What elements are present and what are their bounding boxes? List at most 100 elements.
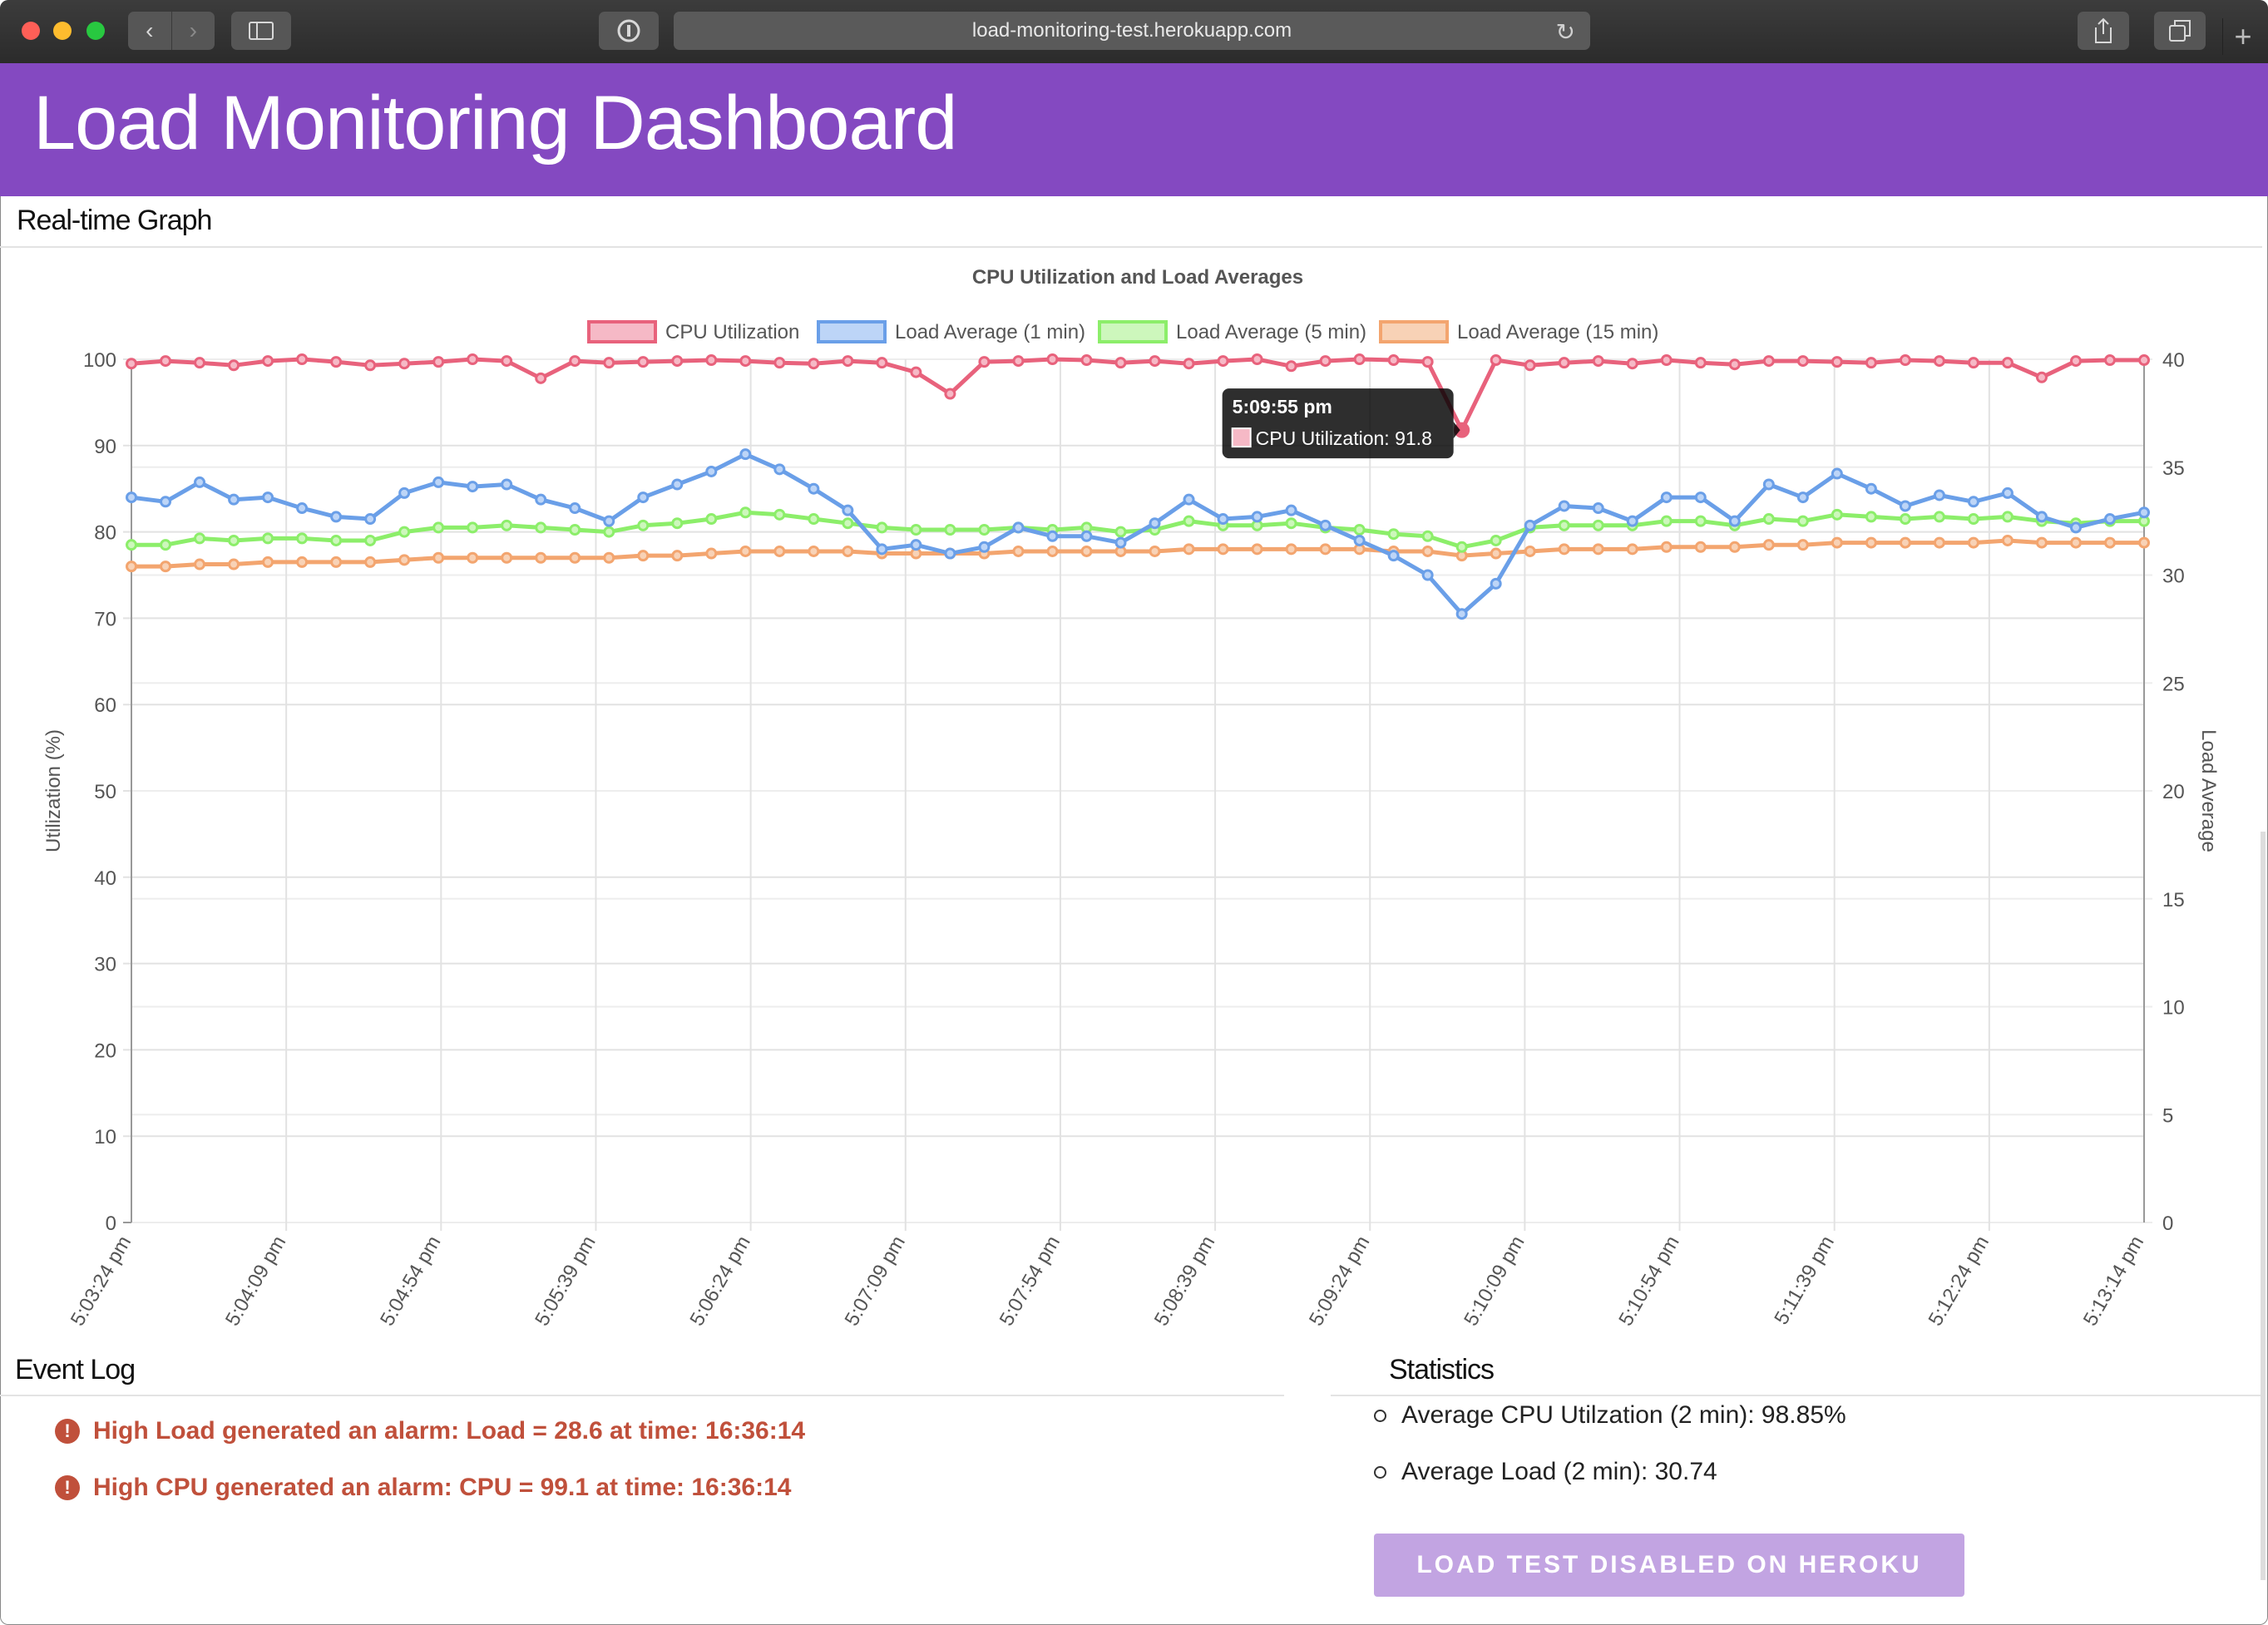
data-point[interactable]	[1899, 500, 1911, 512]
data-point[interactable]	[1524, 545, 1536, 557]
data-point[interactable]	[1114, 357, 1127, 369]
data-point[interactable]	[1012, 521, 1025, 534]
data-point[interactable]	[1285, 504, 1297, 516]
data-point[interactable]	[1285, 360, 1297, 373]
data-point[interactable]	[1524, 519, 1536, 531]
data-point[interactable]	[978, 524, 991, 536]
data-point[interactable]	[296, 353, 309, 365]
data-point[interactable]	[773, 357, 786, 369]
data-point[interactable]	[1421, 356, 1434, 368]
data-point[interactable]	[705, 513, 718, 526]
data-point[interactable]	[330, 534, 343, 546]
data-point[interactable]	[637, 356, 650, 368]
data-point[interactable]	[296, 556, 309, 568]
data-point[interactable]	[671, 355, 684, 368]
data-point[interactable]	[739, 545, 752, 557]
data-point[interactable]	[1865, 482, 1877, 495]
data-point[interactable]	[808, 513, 820, 526]
data-point[interactable]	[2001, 357, 2014, 369]
data-point[interactable]	[1762, 478, 1775, 491]
data-point[interactable]	[1421, 530, 1434, 542]
data-point[interactable]	[1831, 536, 1843, 549]
data-point[interactable]	[1967, 357, 1979, 369]
data-point[interactable]	[1319, 519, 1332, 531]
data-point[interactable]	[228, 359, 240, 372]
legend-item[interactable]: Load Average (5 min)	[1098, 320, 1366, 343]
data-point[interactable]	[1694, 541, 1707, 553]
data-point[interactable]	[944, 388, 956, 400]
data-point[interactable]	[1387, 528, 1400, 541]
data-point[interactable]	[1353, 534, 1366, 546]
data-point[interactable]	[501, 478, 513, 491]
data-point[interactable]	[1490, 534, 1502, 546]
data-point[interactable]	[1831, 508, 1843, 521]
data-point[interactable]	[535, 372, 547, 384]
data-point[interactable]	[842, 355, 854, 368]
scrollbar[interactable]	[2261, 832, 2266, 1580]
data-point[interactable]	[126, 539, 137, 551]
data-point[interactable]	[1149, 355, 1161, 368]
data-point[interactable]	[1762, 539, 1775, 551]
data-point[interactable]	[2069, 355, 2082, 368]
data-point[interactable]	[228, 558, 240, 570]
sidebar-icon[interactable]	[231, 12, 291, 50]
data-point[interactable]	[1251, 543, 1263, 556]
data-point[interactable]	[1455, 541, 1468, 553]
data-point[interactable]	[1728, 541, 1741, 553]
data-point[interactable]	[1592, 519, 1604, 531]
data-point[interactable]	[432, 521, 445, 534]
data-point[interactable]	[194, 476, 206, 488]
data-point[interactable]	[944, 547, 956, 560]
data-point[interactable]	[398, 358, 411, 370]
data-point[interactable]	[603, 515, 615, 527]
data-point[interactable]	[569, 355, 581, 368]
data-point[interactable]	[705, 465, 718, 477]
data-point[interactable]	[637, 491, 650, 504]
data-point[interactable]	[569, 502, 581, 515]
data-point[interactable]	[1319, 543, 1332, 556]
data-point[interactable]	[876, 521, 888, 534]
data-point[interactable]	[1183, 358, 1195, 370]
data-point[interactable]	[160, 539, 172, 551]
data-point[interactable]	[2069, 536, 2082, 549]
data-point[interactable]	[1660, 491, 1673, 504]
legend-item[interactable]: Load Average (1 min)	[817, 320, 1085, 343]
data-point[interactable]	[194, 558, 206, 570]
data-point[interactable]	[773, 508, 786, 521]
data-point[interactable]	[569, 551, 581, 564]
data-point[interactable]	[1183, 493, 1195, 506]
data-point[interactable]	[2035, 371, 2048, 383]
close-window-button[interactable]	[22, 22, 40, 40]
data-point[interactable]	[1046, 545, 1059, 557]
data-point[interactable]	[842, 504, 854, 516]
data-point[interactable]	[603, 551, 615, 564]
data-point[interactable]	[2103, 513, 2116, 526]
data-point[interactable]	[535, 493, 547, 506]
data-point[interactable]	[1251, 353, 1263, 365]
data-point[interactable]	[2035, 536, 2048, 549]
data-point[interactable]	[1933, 355, 1945, 368]
data-point[interactable]	[398, 526, 411, 538]
data-point[interactable]	[1149, 517, 1161, 530]
data-point[interactable]	[1524, 359, 1536, 372]
data-point[interactable]	[364, 359, 377, 372]
data-point[interactable]	[330, 511, 343, 523]
data-point[interactable]	[1660, 515, 1673, 527]
data-point[interactable]	[569, 524, 581, 536]
data-point[interactable]	[467, 481, 479, 493]
data-point[interactable]	[1421, 545, 1434, 557]
data-point[interactable]	[1114, 536, 1127, 549]
data-point[interactable]	[296, 532, 309, 545]
data-point[interactable]	[467, 551, 479, 564]
data-point[interactable]	[1694, 515, 1707, 527]
data-point[interactable]	[1080, 530, 1093, 542]
data-point[interactable]	[1933, 489, 1945, 501]
data-point[interactable]	[1387, 354, 1400, 367]
share-icon[interactable]	[2078, 12, 2129, 50]
data-point[interactable]	[2138, 536, 2150, 549]
zoom-window-button[interactable]	[86, 22, 105, 40]
data-point[interactable]	[2138, 354, 2150, 367]
address-bar[interactable]: load-monitoring-test.herokuapp.com ↻	[674, 12, 1590, 50]
data-point[interactable]	[501, 355, 513, 368]
data-point[interactable]	[808, 358, 820, 370]
